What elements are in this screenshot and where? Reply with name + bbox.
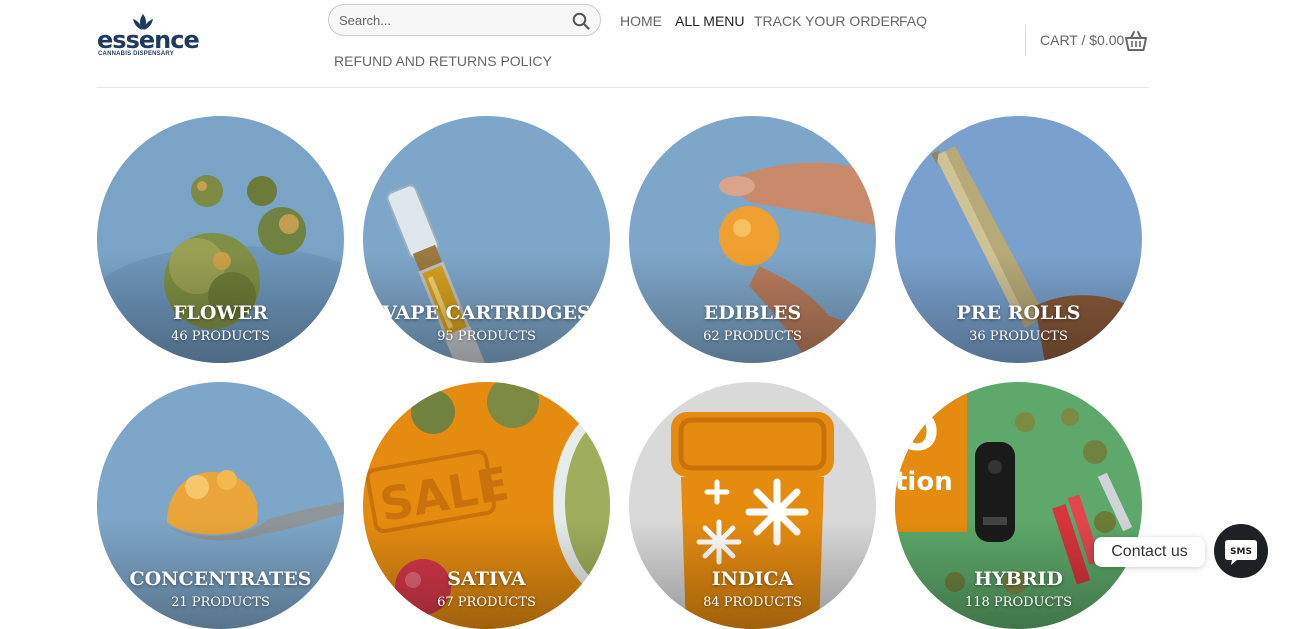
category-count: 67 PRODUCTS [437,595,536,610]
promo-text: tion [895,467,953,497]
category-count: 62 PRODUCTS [703,329,802,344]
cart-link[interactable]: CART / $0.00 [1040,32,1124,48]
search-input[interactable] [339,12,559,28]
category-sativa[interactable]: SALE SATIVA 67 PRODUCTS [363,382,610,629]
category-flower[interactable]: FLOWER 46 PRODUCTS [97,116,344,363]
category-indica[interactable]: INDICA 84 PRODUCTS [629,382,876,629]
logo-tagline: CANNABIS DISPENSARY [98,51,174,57]
category-hybrid[interactable]: O tion HYBRID 118 PRODUCTS [895,382,1142,629]
nav-home[interactable]: HOME [620,13,662,29]
category-count: 46 PRODUCTS [171,329,270,344]
category-pre-rolls[interactable]: PRE ROLLS 36 PRODUCTS [895,116,1142,363]
category-title: PRE ROLLS [956,302,1081,324]
category-count: 118 PRODUCTS [964,595,1073,610]
site-header: essence CANNABIS DISPENSARY HOME ALL MEN… [97,0,1149,88]
header-divider [1025,25,1026,56]
category-edibles[interactable]: EDIBLES 62 PRODUCTS [629,116,876,363]
search-icon[interactable] [572,12,590,30]
sms-label: SMS [1230,547,1252,557]
category-title: SATIVA [447,568,526,590]
category-title: CONCENTRATES [129,568,312,590]
site-logo[interactable]: essence CANNABIS DISPENSARY [97,14,200,60]
category-title: INDICA [711,568,794,590]
category-concentrates[interactable]: CONCENTRATES 21 PRODUCTS [97,382,344,629]
logo-wordmark: essence [97,26,200,54]
basket-icon[interactable] [1124,29,1148,53]
search-box [328,4,601,36]
contact-us-bubble[interactable]: Contact us [1094,537,1205,567]
nav-track-order[interactable]: TRACK YOUR ORDER [754,13,900,29]
nav-refund-policy[interactable]: REFUND AND RETURNS POLICY [334,53,552,69]
category-title: VAPE CARTRIDGES [382,302,591,324]
category-title: EDIBLES [703,302,802,324]
nav-all-menu[interactable]: ALL MENU [675,13,745,29]
svg-text:O: O [895,403,939,463]
sms-chat-icon: SMS [1225,540,1257,565]
category-count: 84 PRODUCTS [703,595,802,610]
category-count: 95 PRODUCTS [437,329,536,344]
category-vape-cartridges[interactable]: VAPE CARTRIDGES 95 PRODUCTS [363,116,610,363]
sms-chat-button[interactable]: SMS [1214,524,1268,578]
nav-faq[interactable]: FAQ [899,13,927,29]
category-count: 36 PRODUCTS [969,329,1068,344]
category-count: 21 PRODUCTS [171,595,270,610]
category-title: FLOWER [172,302,268,324]
category-title: HYBRID [974,568,1063,590]
